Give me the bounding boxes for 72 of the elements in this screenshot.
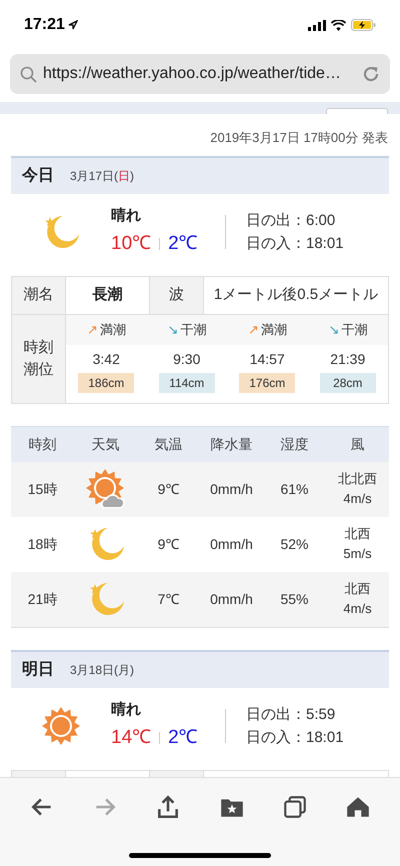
column-header: 時刻 xyxy=(28,434,58,454)
tide-time: 14:57 xyxy=(250,350,285,368)
tide-time: 3:42 xyxy=(92,350,120,368)
tide-height-badge: 176cm xyxy=(239,372,296,392)
wind-speed: 5m/s xyxy=(343,545,372,563)
table-cell-text: 52% xyxy=(279,534,310,554)
table-cell-text: 61% xyxy=(279,480,310,498)
weather-text: 晴れ xyxy=(111,206,142,226)
table-cell-text: 18時 xyxy=(26,534,58,554)
tide-label: 干潮 xyxy=(180,320,206,339)
sunset-time: 日の入：18:01 xyxy=(246,234,344,254)
fall-arrow: ↘ xyxy=(167,320,178,339)
tide-time: 9:30 xyxy=(173,350,200,368)
clock-time: 17:21 xyxy=(24,15,65,35)
table-cell-text: 7℃ xyxy=(156,590,180,608)
sunset-time: 日の入：18:01 xyxy=(246,728,344,748)
column-header: 気温 xyxy=(154,434,184,454)
reload-icon[interactable] xyxy=(362,65,380,83)
day-date: 3月18日(月) xyxy=(70,662,134,678)
table-cell-text: 1メートル後0.5メートル xyxy=(212,284,380,305)
signal-icon xyxy=(308,20,326,30)
column-header: 天気 xyxy=(90,434,120,454)
column-header: 湿度 xyxy=(280,434,310,454)
row-label: 潮位 xyxy=(24,360,54,380)
row-label: 時刻 xyxy=(24,338,54,358)
table-cell-text: 0mm/h xyxy=(209,590,254,608)
table-cell-text: 0mm/h xyxy=(209,534,254,554)
tide-height-badge: 186cm xyxy=(78,372,134,392)
address-bar[interactable]: https://weather.yahoo.co.jp/weather/tide… xyxy=(10,54,390,94)
high-temperature: 14℃ xyxy=(111,726,152,750)
wind-direction: 北北西 xyxy=(338,470,377,488)
rise-arrow: ↗ xyxy=(248,320,259,339)
table-header-cell: 波 xyxy=(150,276,204,314)
table-cell-text: 21時 xyxy=(26,590,58,608)
search-icon xyxy=(20,66,37,82)
table-cell-text: 9℃ xyxy=(156,534,180,554)
sunrise-time: 日の出：5:59 xyxy=(246,704,336,724)
sun-icon xyxy=(41,706,81,746)
fall-arrow: ↘ xyxy=(328,320,340,339)
day-title: 今日 xyxy=(22,166,54,186)
tide-time: 21:39 xyxy=(330,350,366,368)
table-cell-text: 9℃ xyxy=(156,480,180,498)
column-header: 風 xyxy=(350,434,366,454)
day-date: 3月17日(日) xyxy=(70,168,134,184)
table-header-cell: 潮名 xyxy=(12,276,66,314)
url-text: https://weather.yahoo.co.jp/weather/tide… xyxy=(43,64,342,84)
table-cell-text: 0mm/h xyxy=(209,480,254,498)
day-title: 明日 xyxy=(22,660,54,680)
low-temperature: 2℃ xyxy=(168,232,198,256)
tide-label: 満潮 xyxy=(100,320,126,339)
column-header: 降水量 xyxy=(210,434,254,454)
rise-arrow: ↗ xyxy=(86,320,98,339)
wind-speed: 4m/s xyxy=(343,490,372,508)
battery-charging-icon xyxy=(351,19,376,31)
sun-and-cloud-icon xyxy=(86,469,126,509)
wifi-icon xyxy=(331,20,346,30)
wind-direction: 北西 xyxy=(344,580,370,598)
announcement-time: 2019年3月17日 17時00分 発表 xyxy=(209,129,389,147)
low-temperature: 2℃ xyxy=(168,726,198,750)
weather-text: 晴れ xyxy=(111,700,142,720)
wind-direction: 北西 xyxy=(344,525,370,543)
tide-height-badge: 114cm xyxy=(158,372,215,392)
tide-label: 満潮 xyxy=(260,320,287,339)
wind-speed: 4m/s xyxy=(343,600,372,618)
high-temperature: 10℃ xyxy=(111,232,152,256)
table-cell-text: 55% xyxy=(279,590,310,608)
location-arrow-icon xyxy=(68,20,78,30)
tabs-icon[interactable] xyxy=(282,794,308,820)
tide-label: 干潮 xyxy=(341,320,368,339)
sunrise-time: 日の出：6:00 xyxy=(246,210,336,230)
table-cell-text: 15時 xyxy=(26,480,58,498)
tide-height-badge: 28cm xyxy=(320,372,376,392)
